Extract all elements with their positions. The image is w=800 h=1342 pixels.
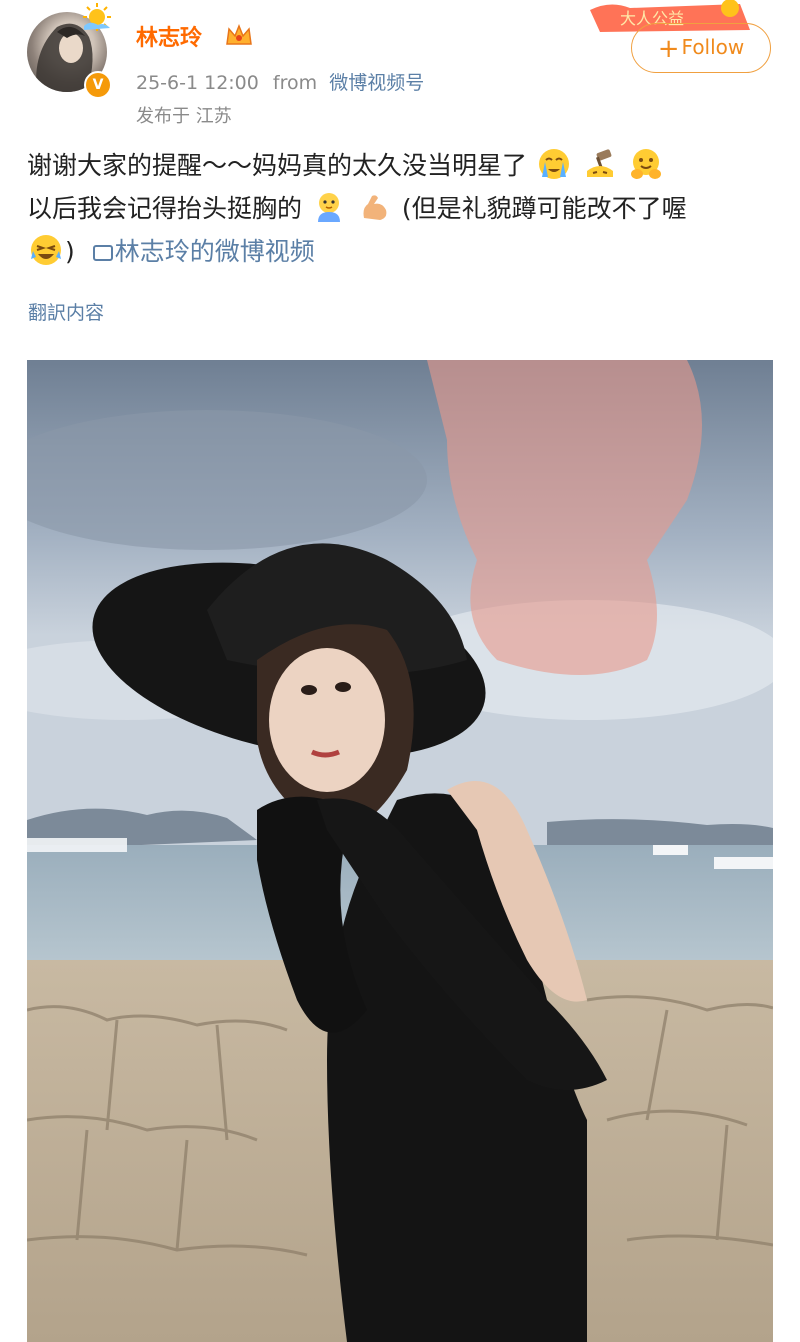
follow-label: Follow bbox=[681, 35, 745, 59]
plus-icon: + bbox=[657, 34, 680, 64]
username[interactable]: 林志玲 bbox=[136, 20, 202, 52]
video-link[interactable]: 林志玲的微博视频 bbox=[92, 237, 315, 266]
crying-emoji bbox=[538, 149, 569, 179]
post-text-1: 谢谢大家的提醒～～妈妈真的太久没当明星了 bbox=[27, 151, 528, 180]
post-line-2: 以后我会记得抬头挺胸的 (但是礼貌蹲可能改不了喔 bbox=[27, 187, 773, 230]
baby-emoji bbox=[317, 193, 340, 222]
post-text-3a: ) bbox=[65, 237, 75, 266]
post-photo[interactable] bbox=[27, 360, 773, 1342]
video-link-label: 林志玲的微博视频 bbox=[114, 237, 315, 266]
post-meta: 25-6-1 12:00 from 微博视频号 bbox=[136, 68, 424, 95]
laughing-emoji bbox=[31, 235, 61, 265]
video-icon bbox=[92, 245, 113, 261]
location: 发布于 江苏 bbox=[136, 106, 232, 127]
face bbox=[269, 648, 385, 792]
post-line-1: 谢谢大家的提醒～～妈妈真的太久没当明星了 bbox=[27, 144, 773, 187]
crown-icon bbox=[226, 23, 252, 45]
source-link[interactable]: 微博视频号 bbox=[329, 72, 424, 94]
translate-link[interactable]: 翻訳内容 bbox=[28, 298, 104, 325]
timestamp: 25-6-1 12:00 bbox=[136, 72, 259, 94]
post-text-2b: (但是礼貌蹲可能改不了喔 bbox=[401, 194, 687, 223]
hug-emoji bbox=[630, 149, 661, 179]
gavel-emoji bbox=[586, 149, 613, 177]
verified-v-icon: V bbox=[84, 71, 112, 99]
post-line-3: ) 林志玲的微博视频 bbox=[27, 230, 773, 273]
sun-icon bbox=[83, 3, 111, 31]
post-header: V 林志玲 25-6-1 12:00 from 微博视频号 发布于 江苏 大人公… bbox=[0, 0, 800, 140]
follow-button[interactable]: + Follow bbox=[631, 23, 771, 73]
post-body: 谢谢大家的提醒～～妈妈真的太久没当明星了 以后我会记得抬头挺胸的 (但是礼貌蹲可… bbox=[27, 144, 773, 273]
muscle-emoji bbox=[363, 195, 387, 220]
post-text-2a: 以后我会记得抬头挺胸的 bbox=[27, 194, 303, 223]
from-label: from bbox=[272, 72, 318, 94]
